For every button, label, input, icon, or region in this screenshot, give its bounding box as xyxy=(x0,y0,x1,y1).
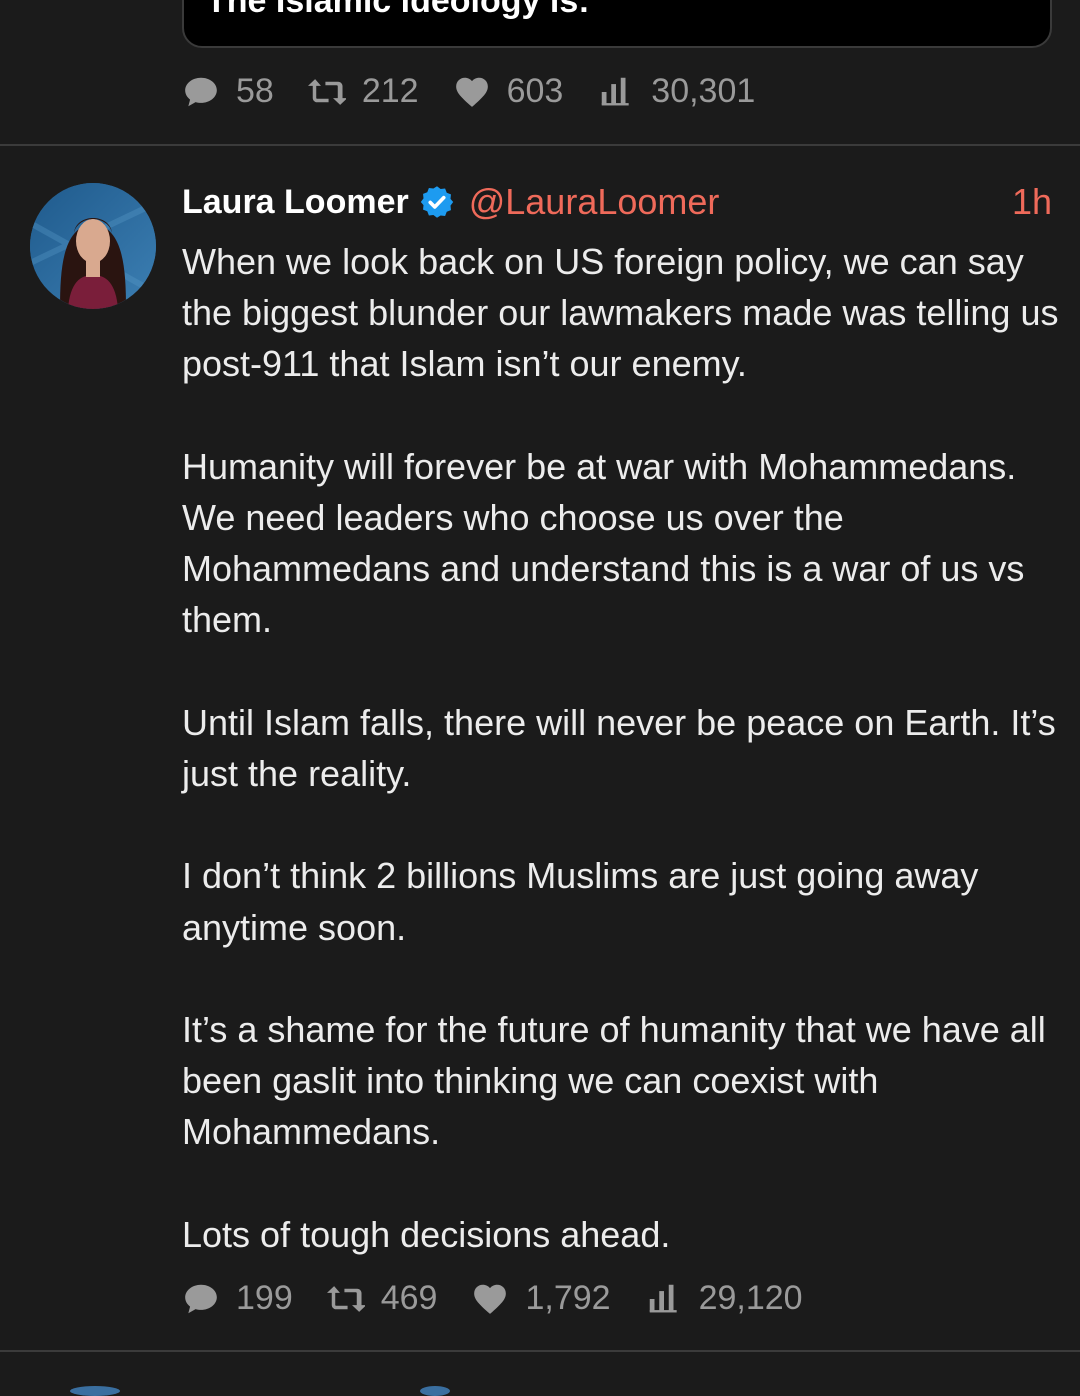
views-button[interactable]: 29,120 xyxy=(645,1279,803,1318)
tweet-text: When we look back on US foreign policy, … xyxy=(182,236,1062,1260)
like-icon xyxy=(474,1284,507,1314)
views-count: 30,301 xyxy=(651,72,756,110)
verified-badge-icon xyxy=(420,186,453,218)
previous-tweet-action-bar: 58 212 603 30,301 xyxy=(182,72,789,111)
views-count: 29,120 xyxy=(698,1279,803,1317)
like-button[interactable]: 1,792 xyxy=(471,1279,611,1318)
avatar-photo-icon xyxy=(30,183,156,309)
reply-count: 199 xyxy=(236,1279,293,1317)
views-icon xyxy=(649,1284,677,1312)
tweet-paragraph: Humanity will forever be at war with Moh… xyxy=(182,445,1025,641)
like-count: 1,792 xyxy=(525,1279,611,1317)
avatar[interactable] xyxy=(30,183,156,309)
tweet-paragraph: Until Islam falls, there will never be p… xyxy=(182,701,1056,794)
tweet-header: Laura Loomer @LauraLoomer 1h xyxy=(182,178,1052,226)
tweet-action-bar: 199 469 1,792 29,120 xyxy=(182,1279,837,1318)
retweet-button[interactable]: 469 xyxy=(326,1279,438,1318)
reply-icon xyxy=(185,1284,217,1313)
reply-button[interactable]: 58 xyxy=(182,72,274,111)
like-button[interactable]: 603 xyxy=(453,72,564,111)
like-icon xyxy=(455,77,488,107)
next-tweet-avatar-peek xyxy=(70,1386,120,1396)
tweet-paragraph: Lots of tough decisions ahead. xyxy=(182,1213,671,1255)
like-count: 603 xyxy=(506,72,564,110)
tweet-paragraph: When we look back on US foreign policy, … xyxy=(182,241,1059,385)
tweet-timestamp[interactable]: 1h xyxy=(1012,181,1052,223)
quoted-tweet-card[interactable]: The Islamic ideology is: xyxy=(182,0,1052,48)
author-name[interactable]: Laura Loomer xyxy=(182,183,409,222)
next-tweet-badge-peek xyxy=(420,1386,450,1396)
tweet-divider xyxy=(0,1350,1080,1352)
retweet-icon xyxy=(326,1285,365,1312)
retweet-icon xyxy=(307,78,346,105)
retweet-count: 469 xyxy=(380,1279,438,1317)
reply-icon xyxy=(185,77,217,106)
views-icon xyxy=(602,77,629,105)
tweet-paragraph: I don’t think 2 billions Muslims are jus… xyxy=(182,855,979,948)
tweet-paragraph: It’s a shame for the future of humanity … xyxy=(182,1008,1046,1153)
reply-button[interactable]: 199 xyxy=(182,1279,293,1318)
tweet-divider xyxy=(0,144,1080,146)
reply-count: 58 xyxy=(236,72,274,110)
quoted-tweet-text: The Islamic ideology is: xyxy=(206,0,590,20)
author-handle[interactable]: @LauraLoomer xyxy=(469,181,720,223)
retweet-button[interactable]: 212 xyxy=(307,72,419,111)
views-button[interactable]: 30,301 xyxy=(597,72,755,111)
retweet-count: 212 xyxy=(361,72,419,110)
